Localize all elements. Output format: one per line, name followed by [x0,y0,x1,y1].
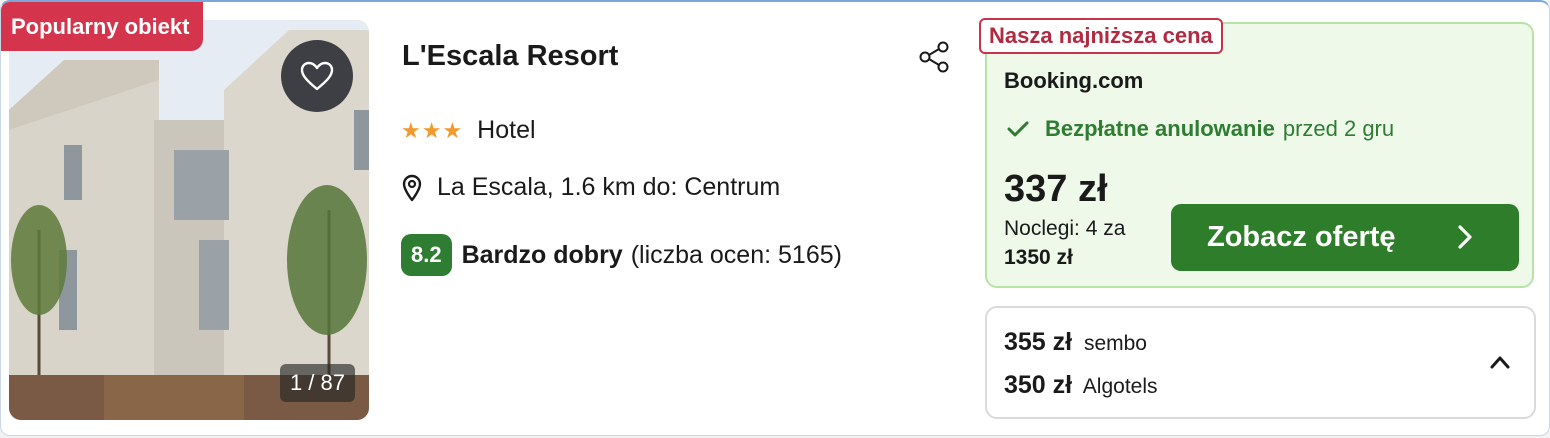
rating-score: 8.2 [401,234,452,276]
nights-summary: Noclegi: 4 za 1350 zł [1004,214,1169,272]
star-rating: ★★★ [401,117,464,143]
popular-badge: Popularny obiekt [1,2,204,51]
offer-price: 337 zł [1004,168,1108,210]
cancellation-label: Bezpłatne anulowanie [1045,116,1275,141]
photo-counter: 1 / 87 [279,364,355,402]
rating-label: Bardzo dobry [461,240,623,269]
property-type: Hotel [477,116,536,144]
other-offer-provider: Algotels [1082,375,1158,398]
other-offer-provider: sembo [1083,332,1147,355]
chevron-up-icon [1490,356,1510,369]
other-offer-1[interactable]: 355 zł sembo [1004,328,1147,357]
hotel-photo[interactable]: 1 / 87 [9,20,369,420]
offer-provider: Booking.com [1004,68,1144,93]
nights-label: Noclegi: 4 za [1004,217,1126,240]
heart-icon [300,61,334,91]
other-offer-2[interactable]: 350 zł Algotels [1004,371,1158,400]
cancellation-deadline: przed 2 gru [1282,116,1395,141]
share-icon [919,41,949,73]
favorite-button[interactable] [281,40,353,112]
lowest-price-tag: Nasza najniższa cena [979,18,1223,54]
free-cancellation: Bezpłatne anulowanie przed 2 gru [1007,116,1394,142]
location-row[interactable]: La Escala, 1.6 km do: Centrum [401,173,780,202]
view-offer-label: Zobacz ofertę [1207,221,1396,253]
rating-count: (liczba ocen: 5165) [630,240,842,269]
collapse-offers-button[interactable] [1489,354,1511,375]
nights-total: 1350 zł [1004,246,1073,269]
location-pin-icon [402,174,422,201]
other-offer-price: 355 zł [1004,328,1073,356]
other-offer-price: 350 zł [1004,371,1073,399]
rating-row[interactable]: 8.2 Bardzo dobry (liczba ocen: 5165) [401,234,842,276]
other-offers-box[interactable] [985,306,1536,419]
view-offer-button[interactable]: Zobacz ofertę [1171,204,1519,271]
location-text: La Escala, 1.6 km do: Centrum [437,173,781,201]
chevron-right-icon [1458,225,1472,249]
hotel-result-card: 1 / 87 Popularny obiekt L'Escala Resort … [0,0,1550,436]
hotel-name[interactable]: L'Escala Resort [402,40,618,73]
hotel-class-row: ★★★ Hotel [401,116,536,145]
check-icon [1007,121,1029,137]
share-button[interactable] [918,40,952,79]
